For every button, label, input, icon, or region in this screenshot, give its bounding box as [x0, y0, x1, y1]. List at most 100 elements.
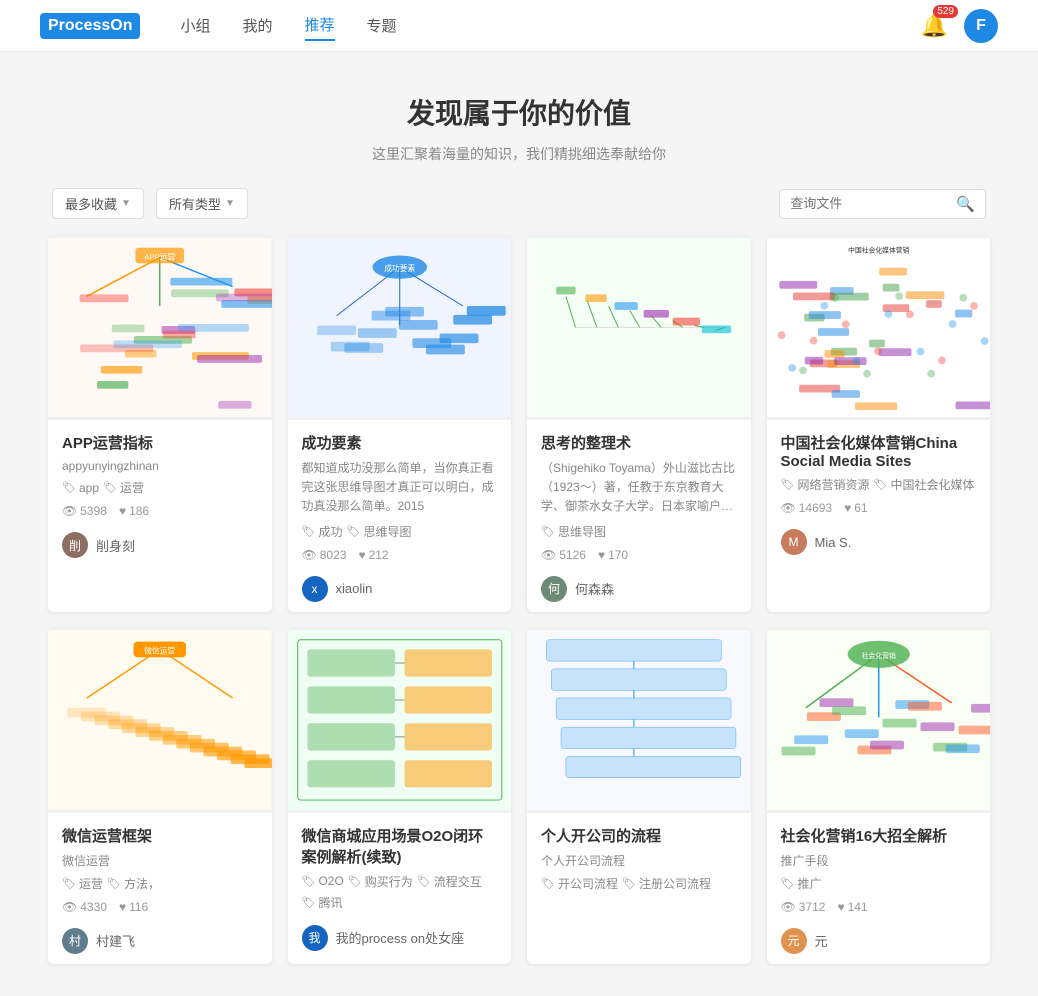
card-footer: x xiaolin — [302, 570, 498, 602]
card-body: 成功要素 都知道成功没那么简单，当你真正看完这张思维导图才真正可以明白，成功真没… — [288, 420, 512, 612]
card-title: APP运营指标 — [62, 432, 258, 453]
card-tag: 🏷 中国社会化媒体 — [873, 476, 974, 493]
card-avatar: 何 — [541, 576, 567, 602]
card-title: 社会化营销16大招全解析 — [781, 825, 977, 846]
logo[interactable]: ProcessOn — [40, 13, 140, 39]
card-3[interactable]: 思考的整理术 （Shigehiko Toyama）外山滋比古比（1923～）著，… — [527, 235, 751, 612]
like-count: ♥ 170 — [598, 548, 628, 562]
card-tag: 🏷 流程交互 — [417, 873, 482, 890]
sort-filter[interactable]: 最多收藏 ▼ — [52, 188, 144, 219]
type-filter[interactable]: 所有类型 ▼ — [156, 188, 248, 219]
card-4[interactable]: 中国社会化媒体营销 中国社会化媒体营销China Social Media Si… — [767, 235, 991, 612]
card-6[interactable]: 微信商城应用场景O2O闭环案例解析(续致) 🏷 O2O 🏷 购买行为 🏷 流程交… — [288, 628, 512, 964]
eye-icon: 👁 — [302, 548, 317, 562]
card-1[interactable]: APP运营 APP运营指标 appyunyingzhinan 🏷 app 🏷 运… — [48, 235, 272, 612]
card-tag: 🏷 注册公司流程 — [622, 875, 711, 892]
card-author: appyunyingzhinan — [62, 459, 258, 473]
view-count: 👁 5126 — [541, 548, 586, 562]
heart-icon: ♥ — [119, 900, 126, 914]
card-tag: 🏷 app — [62, 479, 99, 496]
card-username: 何森森 — [575, 579, 614, 598]
card-stats: 👁 5126 ♥ 170 — [541, 548, 737, 562]
card-tags: 🏷 网络营销资源 🏷 中国社会化媒体 — [781, 476, 977, 493]
card-tags: 🏷 app 🏷 运营 — [62, 479, 258, 496]
header: ProcessOn 小组 我的 推荐 专题 🔔 529 F — [0, 0, 1038, 52]
notification-badge: 529 — [933, 5, 958, 18]
card-author: 个人开公司流程 — [541, 852, 737, 869]
card-tag: 🏷 运营 — [103, 479, 144, 496]
card-footer: 元 元 — [781, 922, 977, 954]
heart-icon: ♥ — [358, 548, 365, 562]
card-stats: 👁 14693 ♥ 61 — [781, 501, 977, 515]
heart-icon: ♥ — [844, 501, 851, 515]
card-title: 个人开公司的流程 — [541, 825, 737, 846]
card-thumbnail — [288, 628, 512, 813]
card-tag: 🏷 开公司流程 — [541, 875, 618, 892]
tag-icon: 🏷 — [873, 478, 887, 491]
eye-icon: 👁 — [62, 900, 77, 914]
nav-item-group[interactable]: 小组 — [180, 11, 210, 40]
card-tags: 🏷 运营 🏷 方法， — [62, 875, 258, 892]
logo-on: On — [110, 17, 132, 34]
search-input[interactable] — [790, 196, 950, 211]
card-body: 社会化营销16大招全解析 推广手段 🏷 推广 👁 3712 ♥ 141 元 元 — [767, 813, 991, 964]
card-stats: 👁 4330 ♥ 116 — [62, 900, 258, 914]
eye-icon: 👁 — [781, 501, 796, 515]
tag-icon: 🏷 — [622, 877, 636, 890]
tag-icon: 🏷 — [417, 875, 431, 888]
view-count: 👁 5398 — [62, 504, 107, 518]
card-title: 微信商城应用场景O2O闭环案例解析(续致) — [302, 825, 498, 867]
card-body: 思考的整理术 （Shigehiko Toyama）外山滋比古比（1923～）著，… — [527, 420, 751, 612]
card-5[interactable]: 微信运营 微信运营框架 微信运营 🏷 运营 🏷 方法， 👁 4330 ♥ 116… — [48, 628, 272, 964]
card-username: 元 — [815, 931, 828, 950]
nav-item-mine[interactable]: 我的 — [243, 11, 273, 40]
card-tags: 🏷 推广 — [781, 875, 977, 892]
tag-icon: 🏷 — [348, 875, 362, 888]
notification-button[interactable]: 🔔 529 — [921, 13, 948, 39]
card-footer: M Mia S. — [781, 523, 977, 555]
card-avatar: 元 — [781, 928, 807, 954]
card-desc: 都知道成功没那么简单，当你真正看完这张思维导图才真正可以明白，成功真没那么简单。… — [302, 459, 498, 517]
svg-text:微信运营: 微信运营 — [144, 645, 175, 655]
hero-subtitle: 这里汇聚着海量的知识，我们精挑细选奉献给你 — [0, 144, 1038, 164]
nav-item-topic[interactable]: 专题 — [367, 11, 397, 40]
nav-item-recommend[interactable]: 推荐 — [305, 10, 335, 41]
card-avatar: 我 — [302, 925, 328, 951]
tag-icon: 🏷 — [346, 525, 360, 538]
card-footer: 我 我的process on处女座 — [302, 919, 498, 951]
sort-arrow-icon: ▼ — [121, 198, 131, 209]
card-author: 推广手段 — [781, 852, 977, 869]
card-7[interactable]: 个人开公司的流程 个人开公司流程 🏷 开公司流程 🏷 注册公司流程 — [527, 628, 751, 964]
card-title: 微信运营框架 — [62, 825, 258, 846]
search-icon[interactable]: 🔍 — [956, 195, 975, 213]
card-tag: 🏷 思维导图 — [346, 523, 411, 540]
tag-icon: 🏷 — [302, 896, 316, 909]
card-tag: 🏷 腾讯 — [302, 894, 343, 911]
svg-text:中国社会化媒体营销: 中国社会化媒体营销 — [848, 245, 909, 254]
logo-process: Process — [48, 17, 110, 34]
tag-icon: 🏷 — [541, 525, 555, 538]
card-tag: 🏷 成功 — [302, 523, 343, 540]
card-body: APP运营指标 appyunyingzhinan 🏷 app 🏷 运营 👁 53… — [48, 420, 272, 568]
card-8[interactable]: 社会化营销 社会化营销16大招全解析 推广手段 🏷 推广 👁 3712 ♥ 14… — [767, 628, 991, 964]
search-box: 🔍 — [779, 189, 986, 219]
like-count: ♥ 141 — [837, 900, 867, 914]
tag-icon: 🏷 — [103, 481, 117, 494]
card-thumbnail — [527, 235, 751, 420]
header-right: 🔔 529 F — [921, 9, 998, 43]
tag-icon: 🏷 — [541, 877, 555, 890]
user-avatar[interactable]: F — [964, 9, 998, 43]
toolbar: 最多收藏 ▼ 所有类型 ▼ 🔍 — [0, 188, 1038, 219]
filter-group: 最多收藏 ▼ 所有类型 ▼ — [52, 188, 248, 219]
card-title: 成功要素 — [302, 432, 498, 453]
card-thumbnail: 中国社会化媒体营销 — [767, 235, 991, 420]
tag-icon: 🏷 — [107, 877, 121, 890]
card-thumbnail: 成功要素 — [288, 235, 512, 420]
card-body: 中国社会化媒体营销China Social Media Sites 🏷 网络营销… — [767, 420, 991, 565]
card-body: 微信运营框架 微信运营 🏷 运营 🏷 方法， 👁 4330 ♥ 116 村 村建… — [48, 813, 272, 964]
card-footer: 削 削身刻 — [62, 526, 258, 558]
card-tags: 🏷 成功 🏷 思维导图 — [302, 523, 498, 540]
card-stats: 👁 5398 ♥ 186 — [62, 504, 258, 518]
card-thumbnail: APP运营 — [48, 235, 272, 420]
card-2[interactable]: 成功要素 成功要素 都知道成功没那么简单，当你真正看完这张思维导图才真正可以明白… — [288, 235, 512, 612]
